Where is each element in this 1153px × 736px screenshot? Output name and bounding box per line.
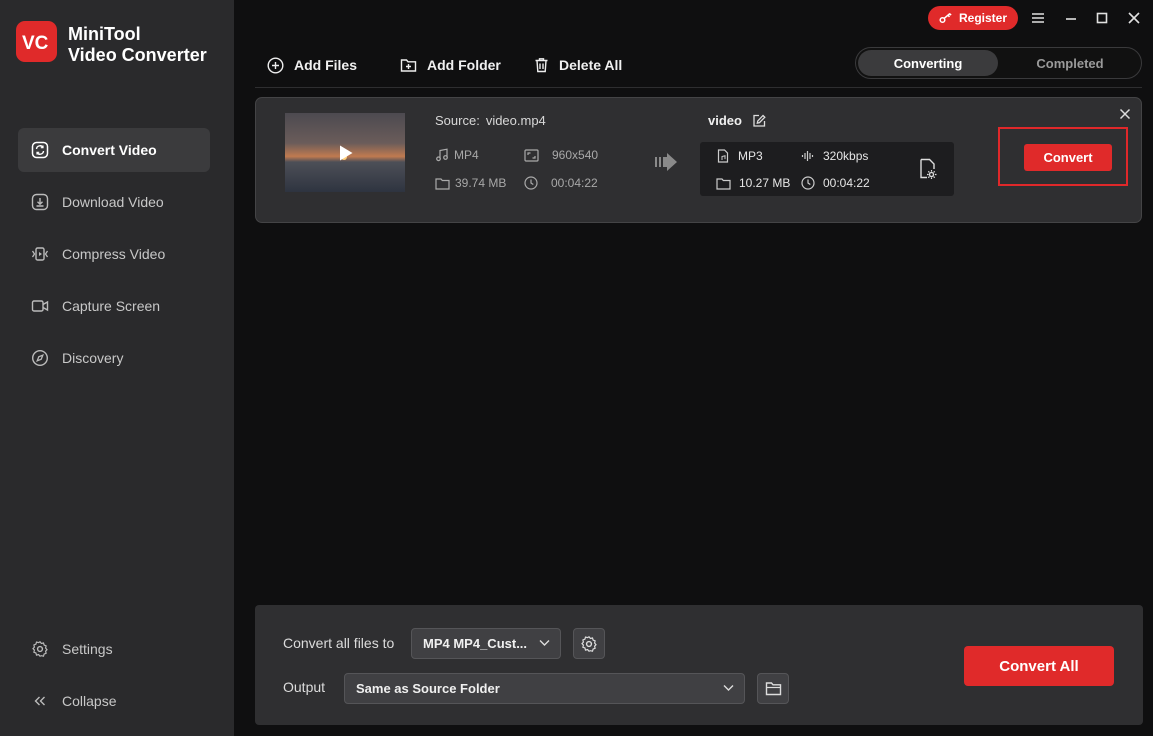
delete-all-button[interactable]: Delete All — [534, 54, 622, 76]
sidebar-item-discovery[interactable]: Discovery — [18, 336, 210, 380]
compress-icon — [31, 245, 49, 263]
collapse-button[interactable]: Collapse — [18, 679, 210, 723]
output-label: Output — [283, 679, 326, 695]
target-name-text: video — [708, 113, 742, 128]
toolbar-divider — [255, 87, 1142, 88]
file-settings-icon[interactable] — [918, 158, 938, 180]
menu-icon[interactable] — [1029, 9, 1047, 27]
clock-icon — [801, 176, 815, 190]
app-brand: MiniTool Video Converter — [68, 24, 207, 66]
source-size-value: 39.74 MB — [455, 176, 507, 190]
target-format-value: MP3 — [738, 149, 763, 163]
convert-arrow-icon — [655, 153, 677, 171]
source-resolution-value: 960x540 — [552, 148, 599, 162]
play-icon[interactable] — [338, 144, 354, 162]
chevron-down-icon — [723, 685, 734, 691]
delete-all-label: Delete All — [559, 57, 623, 73]
add-folder-button[interactable]: Add Folder — [400, 54, 501, 76]
resolution-icon — [524, 148, 539, 162]
folder-icon — [765, 682, 781, 696]
gear-icon — [581, 635, 597, 652]
chevron-down-icon — [539, 640, 550, 646]
camera-icon — [31, 297, 49, 315]
target-bitrate: 320kbps — [801, 149, 868, 163]
bottom-panel: Convert all files to MP4 MP4_Cust... Out… — [255, 605, 1143, 725]
music-note-icon — [436, 148, 448, 162]
target-format-box[interactable]: MP3 320kbps 10.27 MB 00:04:22 — [700, 142, 954, 196]
waveform-icon — [801, 151, 814, 161]
output-folder-value: Same as Source Folder — [356, 681, 500, 696]
app-name-line1: MiniTool — [68, 24, 141, 44]
sidebar-item-label: Capture Screen — [62, 298, 161, 314]
source-filename: video.mp4 — [485, 113, 546, 128]
add-folder-icon — [400, 59, 417, 72]
status-tabs: Converting Completed — [855, 47, 1142, 79]
edit-icon[interactable] — [752, 114, 766, 128]
download-icon — [31, 193, 49, 211]
source-key: Source: — [435, 113, 480, 128]
convert-button[interactable]: Convert — [1024, 144, 1112, 171]
clock-icon — [524, 176, 538, 190]
format-select[interactable]: MP4 MP4_Cust... — [411, 628, 561, 659]
key-icon — [939, 12, 952, 24]
folder-icon — [716, 177, 731, 190]
target-size-value: 10.27 MB — [739, 176, 791, 190]
convert-all-button[interactable]: Convert All — [964, 646, 1114, 686]
video-thumbnail[interactable] — [285, 113, 405, 192]
register-label: Register — [958, 11, 1008, 25]
source-size: 39.74 MB — [435, 176, 506, 190]
svg-text:VC: VC — [22, 33, 49, 53]
target-duration-value: 00:04:22 — [823, 176, 870, 190]
sidebar-item-label: Compress Video — [62, 246, 166, 262]
target-filename: video — [708, 113, 766, 128]
minimize-icon[interactable] — [1062, 9, 1080, 27]
sidebar-item-compress-video[interactable]: Compress Video — [18, 232, 210, 276]
source-duration-value: 00:04:22 — [551, 176, 598, 190]
output-folder-select[interactable]: Same as Source Folder — [344, 673, 745, 704]
source-label: Source: video.mp4 — [435, 113, 546, 128]
settings-label: Settings — [62, 641, 113, 657]
add-folder-label: Add Folder — [427, 57, 501, 73]
close-icon[interactable] — [1125, 9, 1143, 27]
open-output-folder-button[interactable] — [757, 673, 789, 704]
target-duration: 00:04:22 — [801, 176, 870, 190]
sidebar-item-convert-video[interactable]: Convert Video — [18, 128, 210, 172]
sidebar-item-capture-screen[interactable]: Capture Screen — [18, 284, 210, 328]
file-item-card: Source: video.mp4 MP4 960x540 39.74 MB 00… — [255, 97, 1142, 223]
sidebar-item-label: Discovery — [62, 350, 124, 366]
collapse-label: Collapse — [62, 693, 117, 709]
target-bitrate-value: 320kbps — [823, 149, 869, 163]
audio-file-icon — [717, 149, 729, 163]
convert-all-files-to-label: Convert all files to — [283, 635, 395, 651]
remove-file-icon[interactable] — [1119, 108, 1131, 120]
format-select-value: MP4 MP4_Cust... — [423, 636, 528, 651]
source-duration: 00:04:22 — [524, 176, 598, 190]
maximize-icon[interactable] — [1093, 9, 1111, 27]
convert-icon — [31, 141, 49, 159]
register-button[interactable]: Register — [928, 6, 1018, 30]
add-circle-icon — [267, 56, 284, 74]
add-files-button[interactable]: Add Files — [267, 54, 357, 76]
tab-converting[interactable]: Converting — [858, 50, 998, 76]
format-settings-button[interactable] — [573, 628, 605, 659]
source-format-value: MP4 — [454, 148, 479, 162]
sidebar-item-download-video[interactable]: Download Video — [18, 180, 210, 224]
sidebar-item-label: Download Video — [62, 194, 164, 210]
compass-icon — [31, 349, 49, 367]
target-format: MP3 — [716, 149, 763, 163]
target-size: 10.27 MB — [716, 176, 790, 190]
add-files-label: Add Files — [294, 57, 358, 73]
trash-icon — [535, 58, 548, 73]
sidebar: VC MiniTool Video Converter Convert Vide… — [0, 0, 234, 736]
settings-button[interactable]: Settings — [18, 627, 210, 671]
tab-completed[interactable]: Completed — [1000, 50, 1140, 76]
source-resolution: 960x540 — [524, 148, 598, 162]
sidebar-item-label: Convert Video — [62, 142, 157, 158]
source-format: MP4 — [435, 148, 479, 162]
folder-icon — [435, 177, 450, 190]
app-name-line2: Video Converter — [68, 45, 207, 65]
gear-icon — [31, 640, 49, 658]
app-logo: VC — [16, 21, 57, 62]
double-chevron-left-icon — [31, 692, 49, 710]
